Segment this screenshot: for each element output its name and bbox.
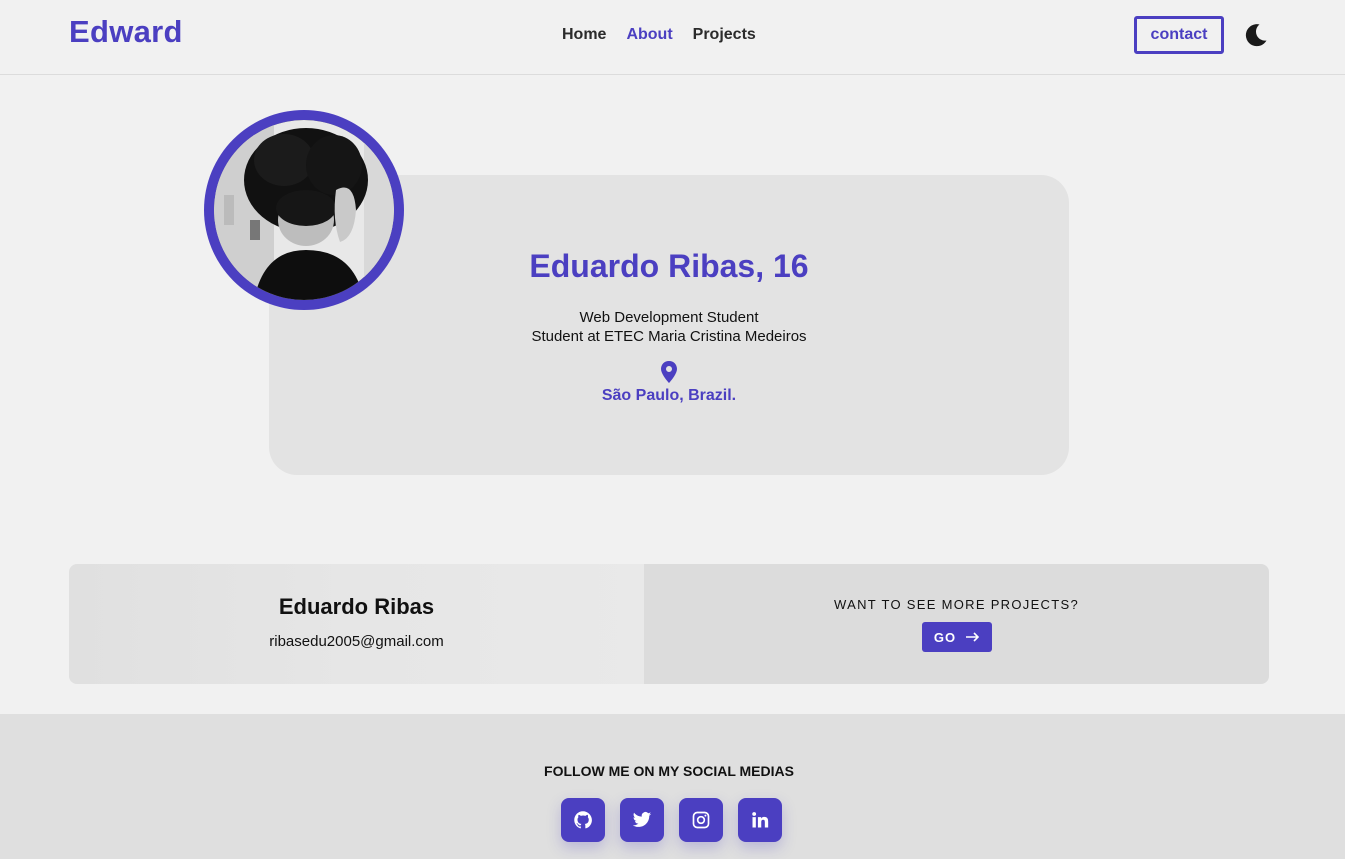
site-logo[interactable]: Edward (69, 14, 183, 50)
nav-about-link[interactable]: About (626, 26, 672, 44)
info-strip: Eduardo Ribas ribasedu2005@gmail.com WAN… (69, 564, 1269, 684)
site-footer: FOLLOW ME ON MY SOCIAL MEDIAS (0, 714, 1345, 859)
profile-school: Student at ETEC Maria Cristina Medeiros (531, 328, 807, 345)
nav-projects-link[interactable]: Projects (693, 26, 756, 44)
twitter-icon[interactable] (620, 798, 664, 842)
more-projects-text: WANT TO SEE MORE PROJECTS? (834, 597, 1079, 612)
social-links (561, 798, 782, 842)
follow-heading: FOLLOW ME ON MY SOCIAL MEDIAS (544, 763, 794, 779)
map-pin-icon (660, 361, 678, 383)
profile-role: Web Development Student (579, 309, 759, 326)
instagram-icon[interactable] (679, 798, 723, 842)
contact-info-panel: Eduardo Ribas ribasedu2005@gmail.com (69, 564, 644, 684)
main-nav: Home About Projects (562, 26, 756, 44)
arrow-right-icon (966, 632, 980, 642)
site-header: Edward Home About Projects contact (0, 0, 1345, 75)
info-email[interactable]: ribasedu2005@gmail.com (69, 633, 644, 650)
profile-name: Eduardo Ribas, 16 (529, 248, 809, 284)
projects-cta-panel: WANT TO SEE MORE PROJECTS? GO (644, 564, 1269, 684)
linkedin-icon[interactable] (738, 798, 782, 842)
contact-button[interactable]: contact (1134, 16, 1224, 54)
go-label: GO (933, 629, 957, 645)
nav-home-link[interactable]: Home (562, 26, 606, 44)
info-name: Eduardo Ribas (278, 594, 435, 619)
profile-location: São Paulo, Brazil. (601, 387, 737, 404)
moon-icon[interactable] (1243, 22, 1269, 48)
github-icon[interactable] (561, 798, 605, 842)
go-button[interactable]: GO (922, 622, 992, 652)
